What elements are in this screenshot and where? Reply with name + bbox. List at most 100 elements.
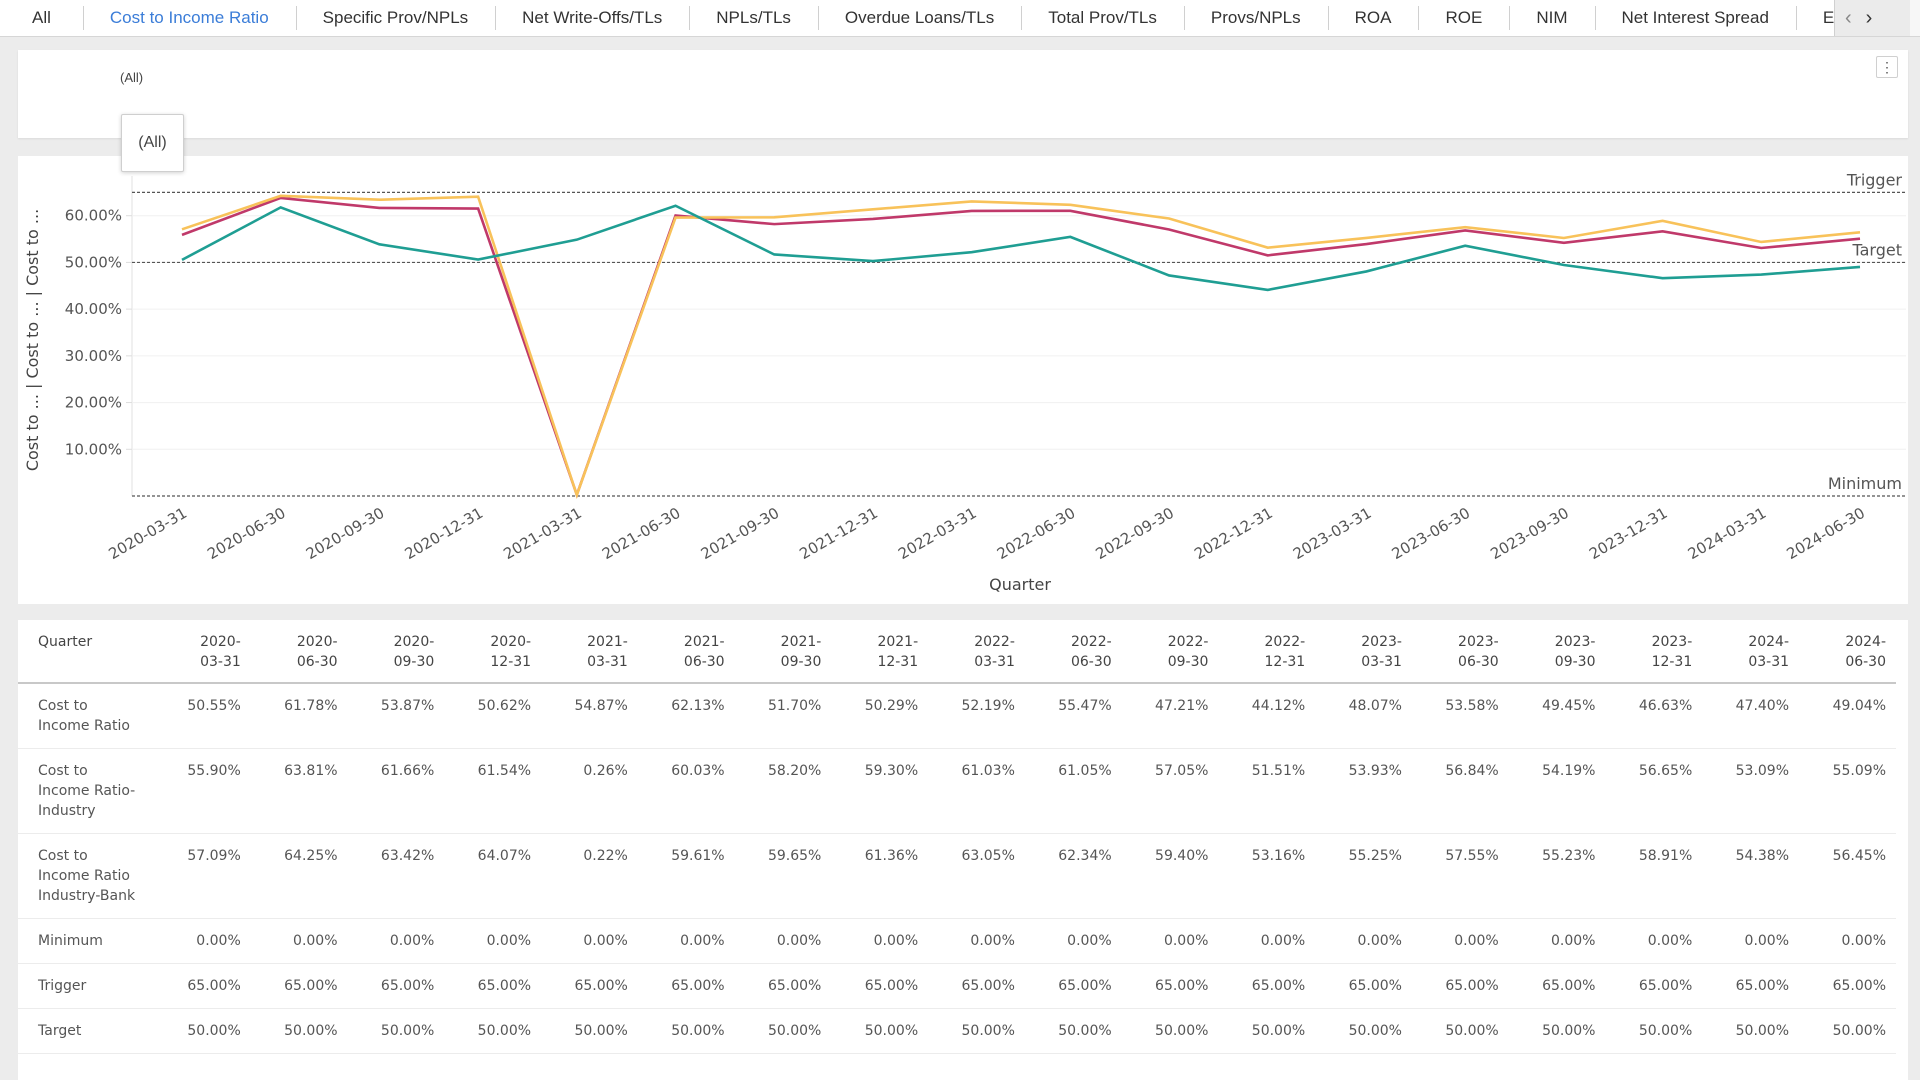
table-cell: 0.00% <box>1702 918 1800 964</box>
filter-dropdown-popup[interactable]: (All) <box>121 114 184 172</box>
table-column-header: 2024- 06-30 <box>1799 620 1896 684</box>
column-header-text: 06-30 <box>1458 654 1499 670</box>
x-tick-label: 2023-03-31 <box>1290 504 1375 563</box>
table-cell: 50.00% <box>154 1008 251 1054</box>
x-tick-label: 2021-12-31 <box>796 504 881 563</box>
table-cell: 50.00% <box>637 1008 735 1054</box>
table-cell: 65.00% <box>831 963 929 1009</box>
series-line-cost-to-income-ratio <box>181 204 1861 292</box>
more-options-icon[interactable]: ⋮ <box>1876 56 1898 78</box>
table-column-header: 2023- 03-31 <box>1315 620 1412 684</box>
tab-e[interactable]: E <box>1795 0 1834 36</box>
table-cell: 54.19% <box>1508 748 1606 834</box>
table-cell: 65.00% <box>928 963 1025 1009</box>
table-cell: 0.00% <box>347 918 445 964</box>
column-header-text: 03-31 <box>587 654 628 670</box>
table-cell: 58.91% <box>1605 833 1703 919</box>
tab-provs-npls[interactable]: Provs/NPLs <box>1183 0 1328 36</box>
table-cell: 0.22% <box>541 833 638 919</box>
table-cell: 49.04% <box>1799 683 1896 749</box>
x-tick-label: 2023-09-30 <box>1487 504 1572 563</box>
table-cell: 65.00% <box>1218 963 1316 1009</box>
x-tick-label: 2021-06-30 <box>599 504 684 563</box>
tab-roa[interactable]: ROA <box>1327 0 1419 36</box>
column-header-text: 2022- <box>1167 634 1209 650</box>
table-cell: 55.90% <box>154 748 251 834</box>
tab-specific-prov-npls[interactable]: Specific Prov/NPLs <box>295 0 496 36</box>
y-tick-label: 50.00% <box>65 253 122 271</box>
x-tick-label: 2023-12-31 <box>1586 504 1671 563</box>
table-cell: 55.23% <box>1508 833 1606 919</box>
row-label: Minimum <box>18 918 154 964</box>
table-cell: 0.00% <box>444 918 542 964</box>
table-cell: 52.19% <box>928 683 1025 749</box>
chevron-left-icon[interactable]: ‹ <box>1845 8 1852 28</box>
tab-roe[interactable]: ROE <box>1418 0 1510 36</box>
table-cell: 0.00% <box>250 918 348 964</box>
table-cell: 60.03% <box>637 748 735 834</box>
table-cell: 56.65% <box>1605 748 1703 834</box>
table-cell: 50.00% <box>541 1008 638 1054</box>
table-cell: 51.70% <box>734 683 832 749</box>
table-cell: 49.45% <box>1508 683 1606 749</box>
table-cell: 61.78% <box>250 683 348 749</box>
table-column-header: 2022- 09-30 <box>1121 620 1219 684</box>
column-header-text: 12-31 <box>1651 654 1693 670</box>
table-cell: 65.00% <box>250 963 348 1009</box>
row-label-text: Industry-Bank <box>38 888 136 904</box>
tab-bar: All Cost to Income Ratio Specific Prov/NPL… <box>0 0 1920 37</box>
row-label: Cost to Income Ratio Industry-Bank <box>18 833 154 919</box>
tab-npls-tls[interactable]: NPLs/TLs <box>689 0 818 36</box>
y-axis-title-part: Cost to ... <box>23 394 42 471</box>
series-line-cost-to-income-ratio-industry-bank <box>181 194 1861 499</box>
table-cell: 65.00% <box>444 963 542 1009</box>
table-cell: 0.00% <box>541 918 638 964</box>
column-header-text: 06-30 <box>683 654 725 670</box>
y-tick-label: 30.00% <box>65 347 122 365</box>
tab-net-write-offs-tls[interactable]: Net Write-Offs/TLs <box>495 0 690 36</box>
x-tick-label: 2020-12-31 <box>402 504 487 563</box>
column-header-text: 2024- <box>1748 634 1790 650</box>
tab-overdue-loans-tls[interactable]: Overdue Loans/TLs <box>817 0 1022 36</box>
column-header-text: 2021- <box>780 634 822 650</box>
table-cell: 65.00% <box>637 963 735 1009</box>
x-tick-label: 2021-03-31 <box>500 504 585 563</box>
table-cell: 0.00% <box>928 918 1025 964</box>
row-label: Cost to Income Ratio- Industry <box>18 748 154 834</box>
row-label-text: Income Ratio- <box>38 783 136 799</box>
tab-net-interest-spread[interactable]: Net Interest Spread <box>1594 0 1796 36</box>
filter-value[interactable]: (All) <box>120 70 143 85</box>
table-cell: 57.55% <box>1411 833 1509 919</box>
y-axis-title-separator: | <box>23 379 42 395</box>
row-label-text: Minimum <box>38 933 103 949</box>
column-header-text: 2020- <box>200 634 241 650</box>
x-tick-label: 2022-06-30 <box>994 504 1079 563</box>
table-cell: 50.00% <box>1411 1008 1509 1054</box>
tab-cost-to-income-ratio[interactable]: Cost to Income Ratio <box>82 0 296 36</box>
tab-total-prov-tls[interactable]: Total Prov/TLs <box>1021 0 1184 36</box>
table-cell: 50.00% <box>1024 1008 1122 1054</box>
column-header-text: 2023- <box>1554 634 1596 650</box>
table-cell: 0.00% <box>1315 918 1412 964</box>
column-header-text: 2023- <box>1458 634 1499 650</box>
table-cell: 50.62% <box>444 683 542 749</box>
row-label-text: Cost to <box>38 848 88 864</box>
x-axis-title: Quarter <box>989 575 1051 594</box>
table-column-header: 2020- 12-31 <box>444 620 542 684</box>
chevron-right-icon[interactable]: › <box>1866 8 1873 28</box>
table-cell: 64.07% <box>444 833 542 919</box>
x-tick-label: 2022-12-31 <box>1191 504 1276 563</box>
column-header-text: 2020- <box>393 634 435 650</box>
table-header-quarter: Quarter <box>18 620 154 684</box>
table-column-header: 2022- 03-31 <box>928 620 1025 684</box>
tab-all[interactable]: All <box>0 0 83 36</box>
tab-nim[interactable]: NIM <box>1509 0 1595 36</box>
tab-list: All Cost to Income Ratio Specific Prov/NPL… <box>0 0 1834 36</box>
row-label-text: Trigger <box>38 978 87 994</box>
column-header-text: 03-31 <box>1748 654 1790 670</box>
table-cell: 50.00% <box>1315 1008 1412 1054</box>
table-row: Trigger 65.00% 65.00% 65.00% 65.00% 65.00% 65.… <box>18 963 1896 1009</box>
table-cell: 0.00% <box>1218 918 1316 964</box>
table-row: Minimum 0.00% 0.00% 0.00% 0.00% 0.00% 0.00% 0.0… <box>18 918 1896 964</box>
column-header-text: 09-30 <box>1554 654 1596 670</box>
